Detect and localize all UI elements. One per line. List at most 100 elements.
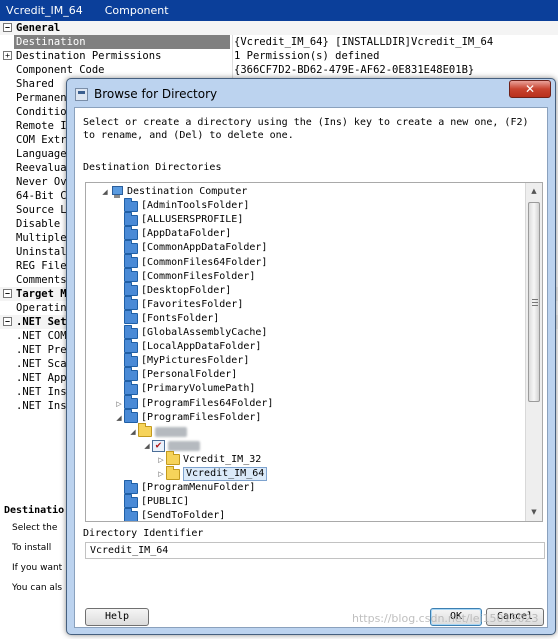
tree-node[interactable]: [FavoritesFolder] <box>114 296 244 312</box>
tree-node-label: [AdminToolsFolder] <box>141 200 250 212</box>
tree-node[interactable]: [PrimaryVolumePath] <box>114 380 256 396</box>
directory-tree[interactable]: ◢ Destination Computer [AdminToolsFolder] [… <box>85 182 543 522</box>
system-folder-icon <box>124 479 138 494</box>
help-button[interactable]: Help <box>85 608 149 626</box>
property-row[interactable]: Component Code {366CF7D2-BD62-479E-AF62-0… <box>0 63 558 77</box>
collapsed-arrow-icon[interactable]: ▷ <box>156 453 166 467</box>
system-folder-icon <box>124 507 138 521</box>
tree-node[interactable]: [GlobalAssemblyCache] <box>114 324 268 340</box>
tree-node-label: [CommonFiles64Folder] <box>141 256 268 268</box>
property-category[interactable]: − General <box>0 21 558 35</box>
close-button[interactable]: ✕ <box>509 80 551 98</box>
system-folder-icon <box>124 395 138 409</box>
description-line: If you want <box>12 563 63 573</box>
tree-node[interactable]: ◢ [ProgramFilesFolder] <box>114 409 261 425</box>
tree-node[interactable]: [SendToFolder] <box>114 507 225 521</box>
tree-node-label: [LocalAppDataFolder] <box>141 341 262 353</box>
tree-node[interactable]: ◢ Destination Computer <box>100 185 247 199</box>
tree-node-label: [DesktopFolder] <box>141 284 232 296</box>
redacted-label <box>155 426 187 437</box>
expanded-arrow-icon[interactable]: ◢ <box>114 411 124 425</box>
collapsed-arrow-icon[interactable]: ▷ <box>114 397 124 411</box>
tree-node[interactable]: [MyPicturesFolder] <box>114 352 250 368</box>
tree-node[interactable]: [PersonalFolder] <box>114 366 238 382</box>
directory-identifier-input[interactable]: Vcredit_IM_64 <box>85 542 545 559</box>
folder-icon <box>138 423 152 438</box>
property-value[interactable]: {Vcredit_IM_64} [INSTALLDIR]Vcredit_IM_6… <box>234 35 493 49</box>
grip-line <box>532 299 538 300</box>
property-name: Destination <box>14 35 230 49</box>
tree-scrollbar[interactable]: ▲ ▼ <box>525 183 542 521</box>
tree-node-label: [FontsFolder] <box>141 312 220 324</box>
watermark-text: https://blog.csdn.net/lei15015023 <box>352 612 539 625</box>
tree-node[interactable]: ▷ [ProgramFiles64Folder] <box>114 395 273 411</box>
computer-icon <box>110 185 124 199</box>
system-folder-icon <box>124 282 138 297</box>
tree-node-label: Destination Computer <box>127 186 248 197</box>
tree-node-label: [PrimaryVolumePath] <box>141 383 256 395</box>
tree-node[interactable]: [CommonFiles64Folder] <box>114 254 268 270</box>
property-row[interactable]: + Destination Permissions 1 Permission(s) … <box>0 49 558 63</box>
checked-component-icon: ✔ <box>152 439 165 452</box>
expanded-arrow-icon[interactable]: ◢ <box>128 425 138 439</box>
tree-node-label: [PersonalFolder] <box>141 369 238 381</box>
collapse-icon[interactable]: − <box>3 289 12 298</box>
component-title-bar: Vcredit_IM_64 Component <box>0 0 558 21</box>
system-folder-icon <box>124 338 138 353</box>
tree-node[interactable]: [CommonFilesFolder] <box>114 268 256 284</box>
browse-directory-dialog: Browse for Directory ✕ Select or create … <box>66 78 556 635</box>
tree-node[interactable]: [ProgramMenuFolder] <box>114 479 256 495</box>
property-name: General <box>16 22 61 34</box>
redacted-label <box>168 440 200 451</box>
tree-node-label: [MyPicturesFolder] <box>141 355 250 367</box>
tree-node[interactable]: ◢ <box>128 423 187 439</box>
destination-directories-label: Destination Directories <box>83 162 222 173</box>
property-name: Component Code <box>16 64 105 76</box>
scroll-down-icon[interactable]: ▼ <box>526 504 542 521</box>
system-folder-icon <box>124 493 138 508</box>
tree-node[interactable]: [LocalAppDataFolder] <box>114 338 262 354</box>
tree-node[interactable]: [AppDataFolder] <box>114 225 231 241</box>
scroll-thumb[interactable] <box>528 202 540 402</box>
dialog-body: Select or create a directory using the (… <box>74 107 548 628</box>
tree-node[interactable]: [AdminToolsFolder] <box>114 197 250 213</box>
tree-node-label: [PUBLIC] <box>141 496 190 508</box>
tree-node[interactable]: [FontsFolder] <box>114 310 220 326</box>
description-panel: Destinatio Select the To install If you wa… <box>0 503 72 639</box>
grip-line <box>532 302 538 303</box>
system-folder-icon <box>124 268 138 283</box>
tree-node[interactable]: ▷ Vcredit_IM_64 <box>156 465 268 481</box>
expand-icon[interactable]: + <box>3 51 12 60</box>
expanded-arrow-icon[interactable]: ◢ <box>100 185 110 199</box>
collapsed-arrow-icon[interactable]: ▷ <box>156 467 166 481</box>
description-line: You can als <box>12 583 63 593</box>
scroll-up-icon[interactable]: ▲ <box>526 183 542 200</box>
tree-node[interactable]: [CommonAppDataFolder] <box>114 239 268 255</box>
system-folder-icon <box>124 239 138 254</box>
system-folder-icon <box>124 254 138 268</box>
collapse-icon[interactable]: − <box>3 23 12 32</box>
property-value[interactable]: 1 Permission(s) defined <box>234 49 379 63</box>
tree-node-label: [ProgramMenuFolder] <box>141 482 256 494</box>
tree-node-label: [FavoritesFolder] <box>141 298 244 310</box>
tree-node-label: [GlobalAssemblyCache] <box>141 327 268 338</box>
collapse-icon[interactable]: − <box>3 317 12 326</box>
tree-node[interactable]: [ALLUSERSPROFILE] <box>114 211 243 227</box>
property-row[interactable]: Destination {Vcredit_IM_64} [INSTALLDIR]V… <box>0 35 558 49</box>
component-type: Component <box>104 4 169 17</box>
property-name: Destination Permissions <box>16 50 162 62</box>
tree-node-label: [CommonFilesFolder] <box>141 270 256 282</box>
expanded-arrow-icon[interactable]: ◢ <box>142 439 152 453</box>
tree-node-label: [CommonAppDataFolder] <box>141 242 268 254</box>
property-value[interactable]: {366CF7D2-BD62-479E-AF62-0E831E48E01B} <box>234 63 474 77</box>
